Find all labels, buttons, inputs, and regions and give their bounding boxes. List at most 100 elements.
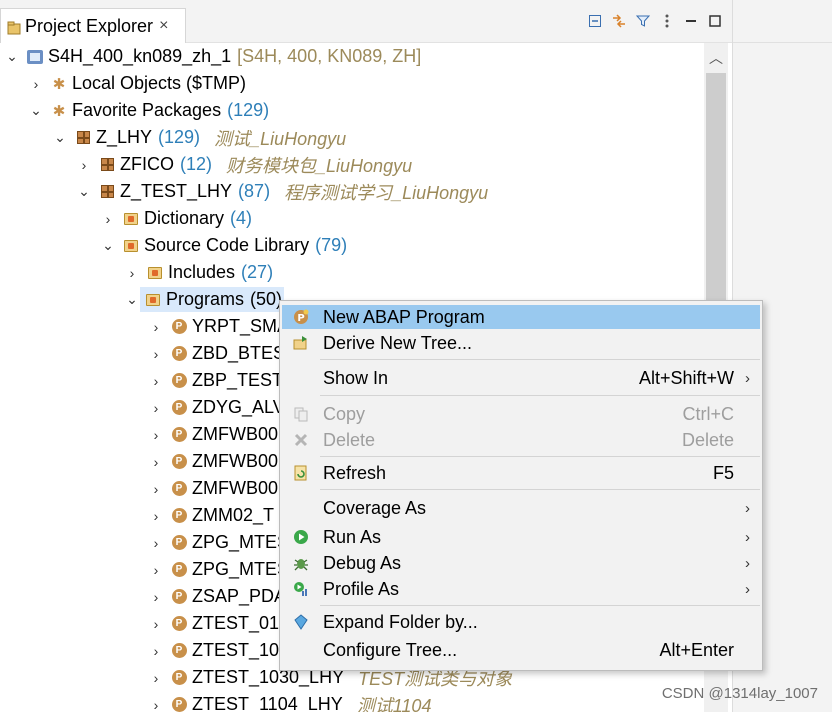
collapse-all-icon[interactable]	[586, 12, 604, 30]
view-header: Project Explorer ×	[0, 0, 832, 43]
program-name: ZSAP_PDA	[192, 586, 287, 606]
program-name: ZTEST_011	[192, 613, 288, 633]
abap-program-icon: P	[170, 534, 188, 552]
abap-program-icon: P	[170, 453, 188, 471]
chevron-right-icon[interactable]: ›	[148, 481, 164, 497]
tree-node-favorite-packages[interactable]: ⌄ ✱ Favorite Packages (129)	[28, 97, 269, 124]
menu-item-copy[interactable]: Copy Ctrl+C	[282, 402, 760, 426]
tree-node-program[interactable]: › P ZMFWB00	[148, 475, 292, 502]
chevron-right-icon[interactable]: ›	[148, 400, 164, 416]
tree-node-program[interactable]: › P ZTEST_1104_LHY 测试1104	[148, 691, 431, 712]
menu-item-show-in[interactable]: Show In Alt+Shift+W ›	[282, 366, 760, 390]
node-label: Favorite Packages	[72, 100, 222, 120]
scroll-up-icon[interactable]: ︿	[704, 47, 728, 69]
profile-icon	[292, 580, 310, 598]
menu-item-expand-folder-by[interactable]: Expand Folder by...	[282, 610, 760, 634]
menu-item-configure-tree[interactable]: Configure Tree... Alt+Enter	[282, 638, 760, 662]
tree-node-dictionary[interactable]: › Dictionary (4)	[100, 205, 252, 232]
new-program-icon: P	[292, 308, 310, 326]
program-name: ZMFWB00	[192, 478, 279, 498]
abap-program-icon: P	[170, 399, 188, 417]
chevron-down-icon[interactable]: ⌄	[28, 102, 44, 119]
chevron-right-icon[interactable]: ›	[148, 697, 164, 712]
minimize-icon[interactable]	[682, 12, 700, 30]
tree-node-project[interactable]: ⌄ S4H_400_kn089_zh_1 [S4H, 400, KN089, Z…	[4, 43, 421, 70]
folder-icon	[122, 210, 140, 228]
tree-node-programs[interactable]: ⌄ Programs (50)	[124, 286, 285, 313]
chevron-right-icon[interactable]: ›	[76, 157, 92, 173]
watermark: CSDN @1314lay_1007	[661, 685, 818, 702]
link-with-editor-icon[interactable]	[610, 12, 628, 30]
tree-node-zfico[interactable]: › ZFICO (12) 财务模块包_LiuHongyu	[76, 151, 412, 178]
chevron-right-icon[interactable]: ›	[124, 265, 140, 281]
node-label: Z_LHY	[96, 127, 153, 147]
menu-item-profile-as[interactable]: Profile As ›	[282, 577, 760, 601]
run-icon	[292, 528, 310, 546]
chevron-right-icon[interactable]: ›	[148, 319, 164, 335]
chevron-right-icon[interactable]: ›	[148, 373, 164, 389]
chevron-down-icon[interactable]: ⌄	[100, 237, 116, 254]
chevron-right-icon[interactable]: ›	[28, 76, 44, 92]
program-name: ZPG_MTES	[192, 532, 290, 552]
tree-node-z-test-lhy[interactable]: ⌄ Z_TEST_LHY (87) 程序测试学习_LiuHongyu	[76, 178, 488, 205]
local-objects-icon: ✱	[52, 75, 66, 93]
close-icon[interactable]: ×	[159, 17, 168, 35]
menu-label: Show In	[323, 367, 389, 388]
menu-item-run-as[interactable]: Run As ›	[282, 525, 760, 549]
chevron-right-icon[interactable]: ›	[148, 454, 164, 470]
tree-node-program[interactable]: › P ZMFWB00	[148, 421, 292, 448]
tree-node-source-code-library[interactable]: ⌄ Source Code Library (79)	[100, 232, 347, 259]
node-count: (4)	[230, 208, 253, 228]
project-name: S4H_400_kn089_zh_1	[48, 46, 232, 66]
refresh-icon	[292, 464, 310, 482]
view-menu-icon[interactable]	[658, 12, 676, 30]
tree-node-includes[interactable]: › Includes (27)	[124, 259, 273, 286]
folder-icon	[146, 264, 164, 282]
chevron-right-icon[interactable]: ›	[148, 643, 164, 659]
chevron-down-icon[interactable]: ⌄	[4, 48, 20, 65]
chevron-right-icon[interactable]: ›	[148, 427, 164, 443]
abap-program-icon: P	[170, 615, 188, 633]
program-name: ZBD_BTES	[192, 343, 286, 363]
tree-node-z-lhy[interactable]: ⌄ Z_LHY (129) 测试_LiuHongyu	[52, 124, 346, 151]
tree-node-local-objects[interactable]: › ✱ Local Objects ($TMP)	[28, 70, 246, 97]
folder-icon	[122, 237, 140, 255]
tree-node-program[interactable]: › P ZMFWB00	[148, 448, 292, 475]
chevron-right-icon[interactable]: ›	[148, 562, 164, 578]
chevron-right-icon[interactable]: ›	[148, 616, 164, 632]
program-name: ZDYG_ALV	[192, 397, 285, 417]
menu-item-derive-new-tree[interactable]: Derive New Tree...	[282, 331, 760, 355]
expand-folder-icon	[292, 613, 310, 631]
tab-project-explorer[interactable]: Project Explorer ×	[0, 8, 186, 43]
chevron-right-icon[interactable]: ›	[148, 589, 164, 605]
delete-icon	[292, 431, 310, 449]
node-label: Local Objects ($TMP)	[72, 73, 247, 93]
menu-item-coverage-as[interactable]: Coverage As ›	[282, 496, 760, 520]
node-label: Dictionary	[144, 208, 225, 228]
chevron-right-icon[interactable]: ›	[148, 346, 164, 362]
menu-item-refresh[interactable]: Refresh F5	[282, 461, 760, 485]
chevron-down-icon[interactable]: ⌄	[124, 291, 140, 308]
chevron-down-icon[interactable]: ⌄	[76, 183, 92, 200]
tree-node-program[interactable]: › P ZMM02_T	[148, 502, 288, 529]
tree-node-program[interactable]: › P ZSAP_PDA	[148, 583, 300, 610]
chevron-right-icon[interactable]: ›	[148, 670, 164, 686]
package-icon	[98, 156, 116, 174]
chevron-right-icon[interactable]: ›	[148, 535, 164, 551]
program-name: ZTEST_102	[192, 640, 290, 660]
node-count: (129)	[227, 100, 270, 120]
view-toolbar	[586, 12, 724, 30]
chevron-right-icon[interactable]: ›	[100, 211, 116, 227]
chevron-down-icon[interactable]: ⌄	[52, 129, 68, 146]
derive-tree-icon	[292, 334, 310, 352]
filter-icon[interactable]	[634, 12, 652, 30]
chevron-right-icon[interactable]: ›	[148, 508, 164, 524]
menu-item-debug-as[interactable]: Debug As ›	[282, 551, 760, 575]
maximize-icon[interactable]	[706, 12, 724, 30]
tree-node-program[interactable]: › P ZBD_BTES	[148, 340, 299, 367]
program-name: ZPG_MTES	[192, 559, 290, 579]
tree-node-program[interactable]: › P ZDYG_ALV	[148, 394, 299, 421]
menu-label: Configure Tree...	[323, 639, 458, 660]
menu-item-delete[interactable]: Delete Delete	[282, 428, 760, 452]
menu-item-new-abap-program[interactable]: P New ABAP Program	[282, 305, 760, 329]
